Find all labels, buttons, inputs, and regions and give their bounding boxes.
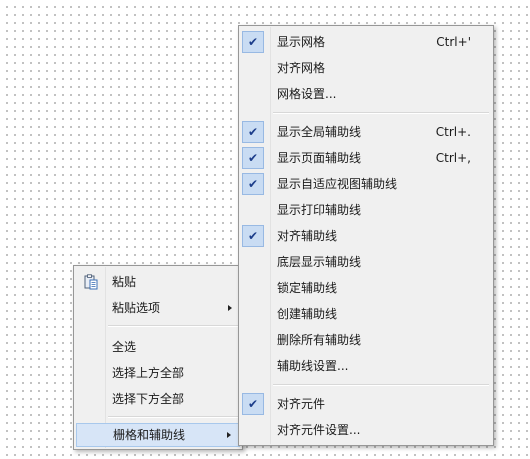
- menu-item-label: 删除所有辅助线: [277, 333, 362, 347]
- menu-item-label: 对齐元件: [277, 397, 326, 411]
- checkmark-icon: ✔: [242, 173, 264, 195]
- checkmark-icon: ✔: [242, 147, 264, 169]
- shortcut-text: Ctrl+,: [435, 151, 471, 165]
- menu-item-guides-at-bottom[interactable]: 底层显示辅助线: [241, 250, 491, 274]
- menu-item-grid-and-guides[interactable]: 栅格和辅助线: [76, 423, 240, 447]
- checkmark-icon: ✔: [242, 225, 264, 247]
- menu-item-label: 显示全局辅助线: [277, 125, 362, 139]
- menu-item-select-above[interactable]: 选择上方全部: [76, 361, 240, 385]
- menu-item-create-guides[interactable]: 创建辅助线: [241, 302, 491, 326]
- menu-item-show-page-guides[interactable]: ✔ 显示页面辅助线 Ctrl+,: [241, 146, 491, 170]
- shortcut-text: Ctrl+.: [435, 125, 471, 139]
- menu-item-label: 显示打印辅助线: [277, 203, 362, 217]
- menu-item-label: 全选: [112, 340, 137, 354]
- menu-item-paste[interactable]: 粘贴: [76, 270, 240, 294]
- checkmark-icon: ✔: [242, 393, 264, 415]
- menu-item-snap-to-widgets[interactable]: ✔ 对齐元件: [241, 392, 491, 416]
- menu-item-label: 选择上方全部: [112, 366, 185, 380]
- checkmark-icon: ✔: [242, 121, 264, 143]
- menu-item-label: 粘贴: [112, 275, 137, 289]
- menu-item-show-global-guides[interactable]: ✔ 显示全局辅助线 Ctrl+.: [241, 120, 491, 144]
- menu-item-show-grid[interactable]: ✔ 显示网格 Ctrl+': [241, 30, 491, 54]
- menu-separator: [273, 112, 489, 114]
- menu-item-label: 选择下方全部: [112, 392, 185, 406]
- menu-item-label: 辅助线设置...: [277, 359, 349, 373]
- menu-item-snap-to-grid[interactable]: 对齐网格: [241, 56, 491, 80]
- submenu-arrow-icon: [227, 432, 231, 438]
- grid-guides-submenu: ✔ 显示网格 Ctrl+' 对齐网格 网格设置... ✔ 显示全局辅助线 Ctr…: [238, 25, 494, 446]
- menu-item-lock-guides[interactable]: 锁定辅助线: [241, 276, 491, 300]
- menu-item-label: 对齐网格: [277, 61, 326, 75]
- menu-item-paste-options[interactable]: 粘贴选项: [76, 296, 240, 320]
- shortcut-text: Ctrl+': [436, 35, 471, 49]
- menu-item-label: 显示网格: [277, 35, 326, 49]
- menu-item-label: 网格设置...: [277, 87, 337, 101]
- menu-item-label: 粘贴选项: [112, 301, 161, 315]
- menu-item-guide-settings[interactable]: 辅助线设置...: [241, 354, 491, 378]
- menu-item-label: 创建辅助线: [277, 307, 338, 321]
- menu-item-widget-snap-settings[interactable]: 对齐元件设置...: [241, 418, 491, 442]
- menu-item-label: 底层显示辅助线: [277, 255, 362, 269]
- clipboard-paste-icon: [84, 274, 98, 290]
- menu-item-snap-to-guides[interactable]: ✔ 对齐辅助线: [241, 224, 491, 248]
- menu-item-label: 显示自适应视图辅助线: [277, 177, 398, 191]
- context-menu: 粘贴 粘贴选项 全选 选择上方全部 选择下方全部 栅格和辅助线: [73, 265, 243, 450]
- menu-item-label: 对齐辅助线: [277, 229, 338, 243]
- menu-item-label: 栅格和辅助线: [113, 428, 186, 442]
- menu-item-delete-all-guides[interactable]: 删除所有辅助线: [241, 328, 491, 352]
- menu-item-select-all[interactable]: 全选: [76, 335, 240, 359]
- menu-separator: [108, 325, 238, 327]
- menu-item-label: 显示页面辅助线: [277, 151, 362, 165]
- menu-item-show-print-guides[interactable]: 显示打印辅助线: [241, 198, 491, 222]
- menu-item-label: 对齐元件设置...: [277, 423, 361, 437]
- checkmark-icon: ✔: [242, 31, 264, 53]
- menu-separator: [108, 416, 238, 418]
- submenu-arrow-icon: [228, 305, 232, 311]
- menu-item-show-adaptive-view-guides[interactable]: ✔ 显示自适应视图辅助线: [241, 172, 491, 196]
- menu-item-select-below[interactable]: 选择下方全部: [76, 387, 240, 411]
- menu-item-grid-settings[interactable]: 网格设置...: [241, 82, 491, 106]
- menu-item-label: 锁定辅助线: [277, 281, 338, 295]
- menu-separator: [273, 384, 489, 386]
